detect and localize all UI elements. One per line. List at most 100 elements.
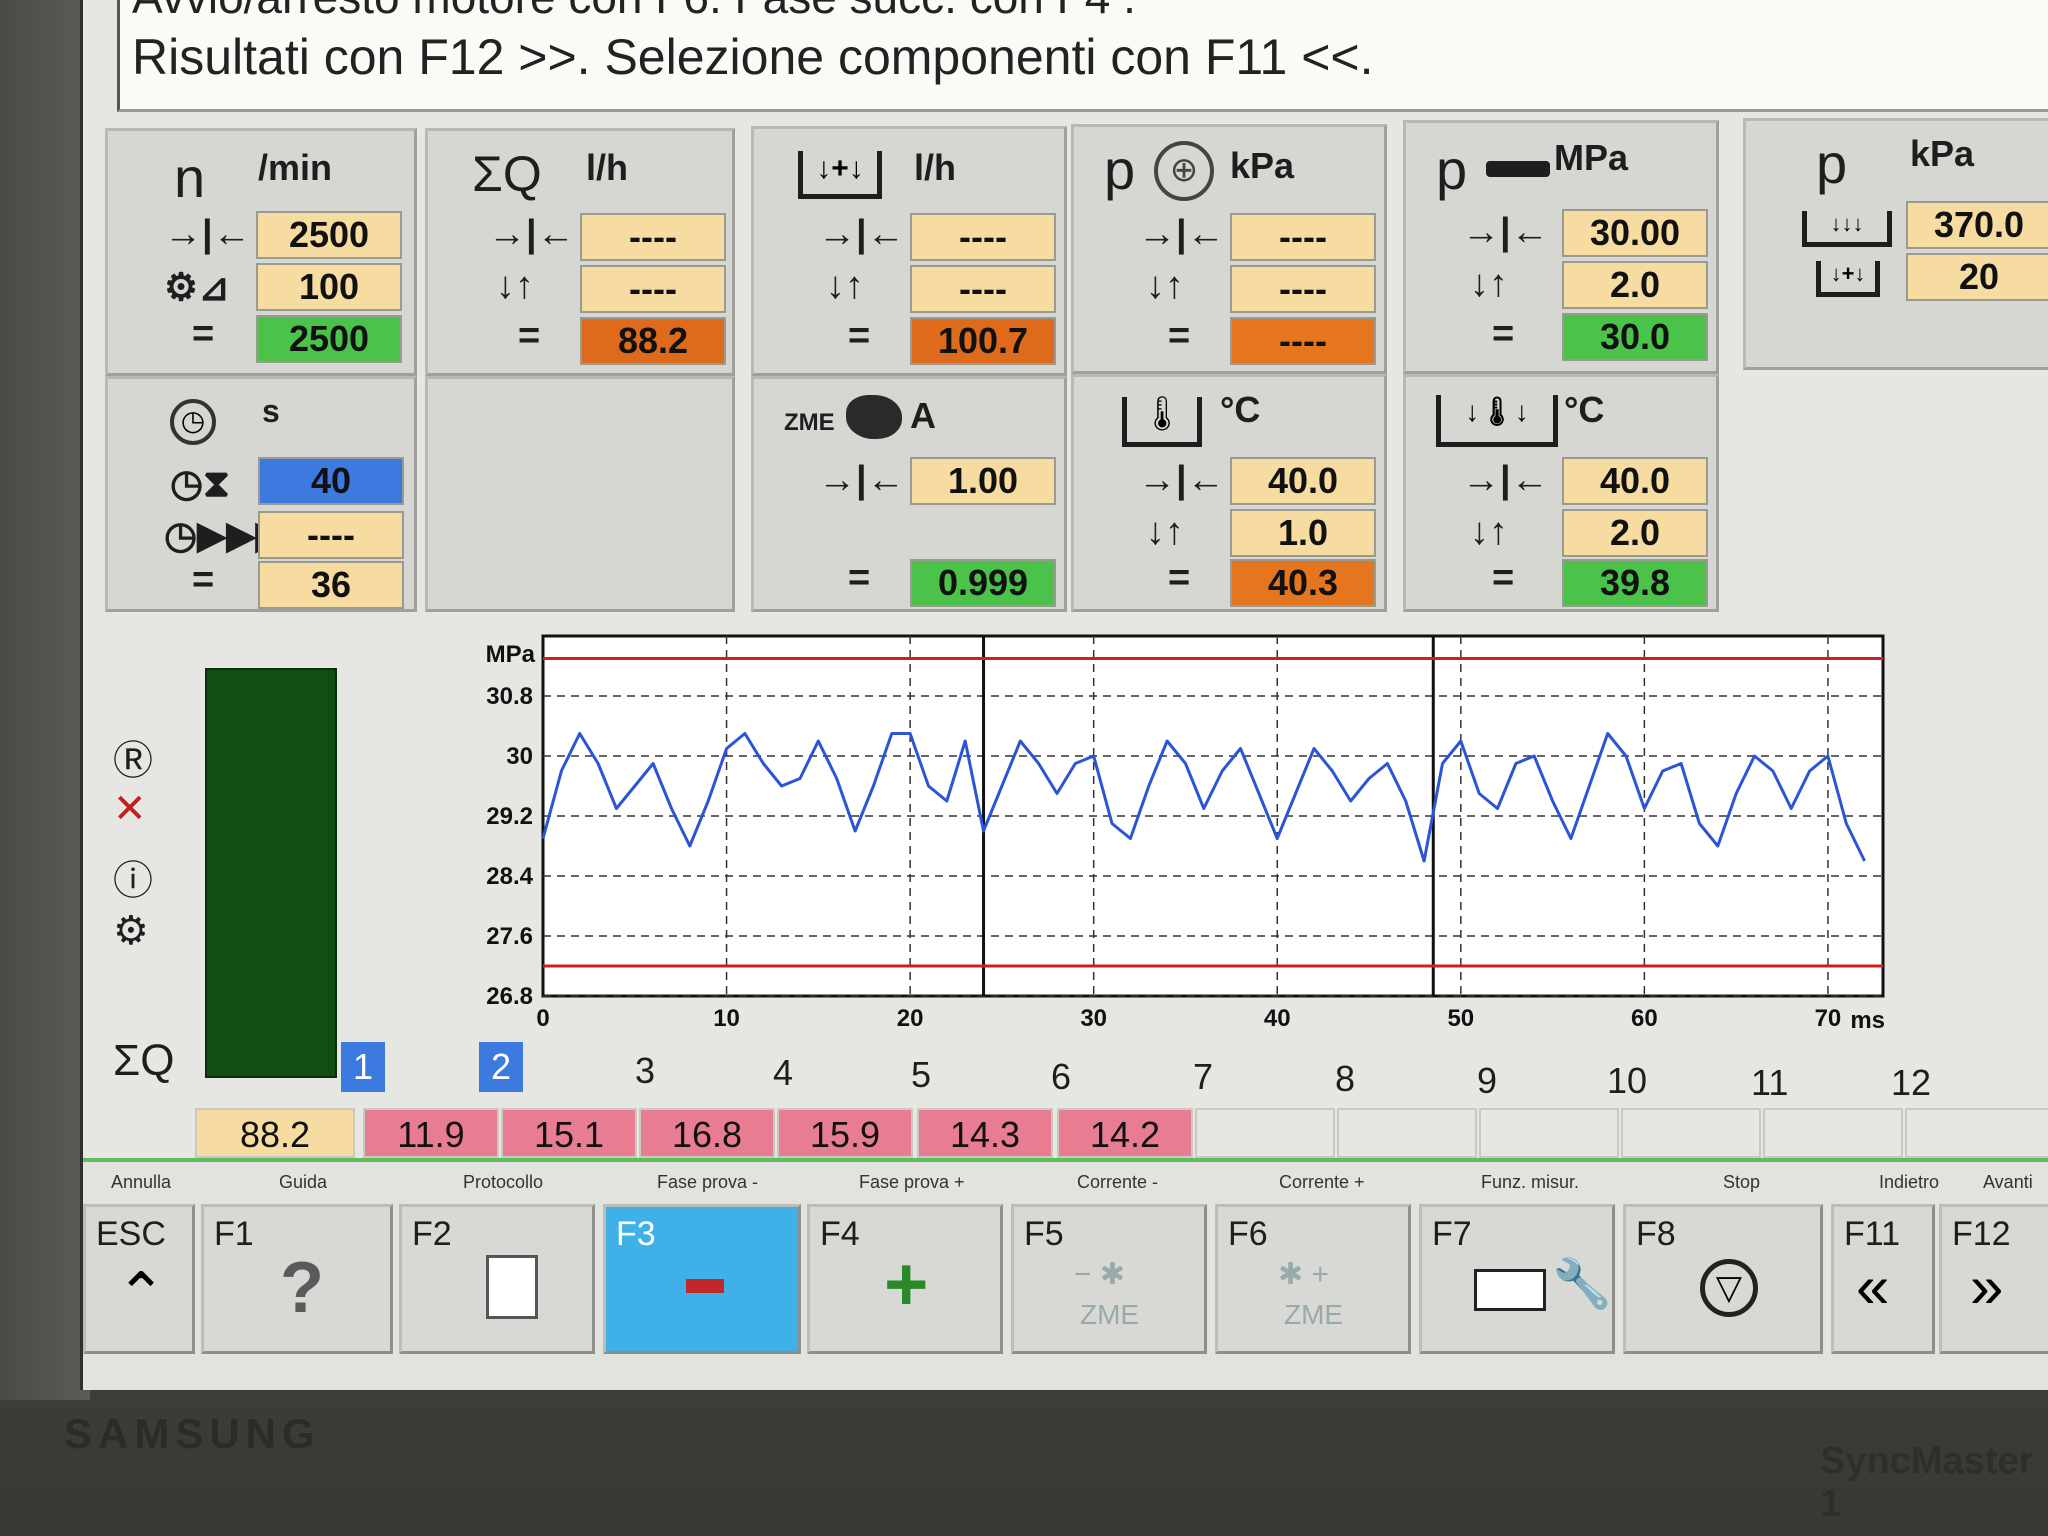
nominal-icon: →|← [818,213,905,255]
f11-caption: Indietro [1879,1172,1940,1192]
target-icon: ⊕ [1154,141,1214,201]
info-icon[interactable]: ⓘ [113,848,153,906]
f8-caption: Stop [1723,1172,1761,1192]
temp-return-nominal: 40.0 [1562,457,1708,505]
equals-sign: = [848,557,871,599]
zme-plus-icon: ✱ + [1278,1258,1329,1291]
speed-unit: /min [258,147,333,188]
pressure-feed-actual: ---- [1230,317,1376,365]
result-empty [1479,1108,1619,1158]
tab-12[interactable]: 12 [1891,1062,1931,1104]
f7-key-name: F7 [1432,1215,1472,1253]
f5-caption: Corrente - [1077,1172,1159,1192]
tolerance-icon: ↓↑ [826,265,864,307]
result-empty [1905,1108,2048,1158]
f6-button[interactable]: F6 ✱ + ZME [1215,1204,1411,1354]
tab-9[interactable]: 9 [1477,1060,1497,1102]
tab-11[interactable]: 11 [1751,1062,1788,1104]
engine-icon[interactable]: ⚙ [113,908,149,954]
pressure-feed-unit: kPa [1230,145,1295,186]
flow-return-nominal: ---- [910,213,1056,261]
f5-key-name: F5 [1024,1215,1064,1253]
stop-icon: ▽ [1700,1259,1758,1317]
tab-3[interactable]: 3 [635,1050,655,1092]
result-value: 11.9 [363,1108,499,1158]
time-timer: 40 [258,457,404,505]
f1-button[interactable]: F1 ? [201,1204,393,1354]
x-tick-label: 30 [1080,1005,1107,1032]
flow-return-panel: ↓+↓ l/h →|← ---- ↓↑ ---- = 100.7 [751,126,1067,376]
current-nominal: 1.00 [910,457,1056,505]
temp-fuel-nominal: 40.0 [1230,457,1376,505]
tab-5[interactable]: 5 [911,1054,931,1096]
result-value: 15.9 [777,1108,913,1158]
reset-icon[interactable]: Ⓡ [113,728,153,786]
flow-total-panel: ΣQ l/h →|← ---- ↓↑ ---- = 88.2 [425,128,735,376]
monitor-model: SyncMaster 1 [1820,1440,2034,1525]
result-value: 16.8 [639,1108,775,1158]
temp-fuel-unit: °C [1220,389,1261,430]
message-line-2: Risultati con F12 >>. Selezione componen… [132,29,1374,85]
flow-total-unit: l/h [586,147,628,188]
measure-icon [1474,1269,1546,1311]
tab-6[interactable]: 6 [1051,1056,1071,1098]
result-empty [1763,1108,1903,1158]
tab-10[interactable]: 10 [1607,1060,1647,1102]
result-value: 14.3 [917,1108,1053,1158]
f3-button[interactable]: F2 F3 [603,1204,801,1354]
f5-button[interactable]: F5 − ✱ ZME [1011,1204,1207,1354]
pressure-side-value-2: 20 [1906,253,2048,301]
f2-button[interactable]: F2 [399,1204,595,1354]
f12-button[interactable]: F12 » [1939,1204,2048,1354]
esc-button[interactable]: ESC ⌃ [83,1204,195,1354]
equals-sign: = [848,315,871,357]
tab-7[interactable]: 7 [1193,1056,1213,1098]
pressure-rail-nominal: 30.00 [1562,209,1708,257]
f2-caption: Protocollo [463,1172,544,1192]
equals-sign: = [1168,557,1191,599]
x-tick-label: 0 [536,1005,549,1032]
f11-button[interactable]: F11 « [1831,1204,1935,1354]
rail-icon [1486,161,1550,177]
tab-2[interactable]: 2 [479,1042,523,1092]
x-tick-label: 20 [897,1005,924,1032]
nominal-icon: →|← [164,213,251,255]
speed-actual: 2500 [256,315,402,363]
message-line-1: Avvio/arresto motore con F6. Fase succ. … [132,0,1136,24]
flow-total-symbol: ΣQ [472,146,542,202]
equals-sign: = [192,313,215,355]
equals-sign: = [518,315,541,357]
tab-4[interactable]: 4 [773,1052,793,1094]
y-tick-label: 30.8 [486,683,533,710]
zme-valve-icon [846,395,902,439]
return-flow-icon: ↓+↓ [798,151,882,199]
current-actual: 0.999 [910,559,1056,607]
temp-return-tolerance: 2.0 [1562,509,1708,557]
pressure-chart-svg: 30.8 30 29.2 28.4 27.6 26.80 10 20 30 40 50 60 70 MPa… [486,634,1885,1034]
tolerance-icon: ↓↑ [496,265,534,307]
time-panel: ◷ s ◷⧗ 40 ◷▶▶▶ ---- = 36 [105,376,417,612]
temp-return-unit: °C [1564,389,1605,430]
flow-total-nominal: ---- [580,213,726,261]
empty-panel [425,376,735,612]
f8-button[interactable]: F8 ▽ [1623,1204,1823,1354]
f12-key-name: F12 [1952,1215,2011,1253]
zme-label: ZME [784,409,835,436]
pressure-rail-symbol: p [1436,138,1468,201]
tab-1[interactable]: 1 [341,1042,385,1092]
disable-icon[interactable]: ✕ [113,786,147,832]
nominal-icon: →|← [1138,459,1225,501]
result-sum: 88.2 [195,1108,355,1158]
f4-button[interactable]: F4 + [807,1204,1003,1354]
f4-caption: Fase prova + [859,1172,965,1192]
minus-icon [686,1279,724,1293]
tab-8[interactable]: 8 [1335,1058,1355,1100]
pressure-rail-unit: MPa [1554,137,1629,178]
tolerance-icon: ↓↑ [1470,511,1508,553]
result-empty [1621,1108,1761,1158]
f7-button[interactable]: F7 🔧 [1419,1204,1615,1354]
nominal-icon: →|← [488,213,575,255]
result-value: 15.1 [501,1108,637,1158]
temp-return-panel: ↓🌡↓ °C →|← 40.0 ↓↑ 2.0 = 39.8 [1403,374,1719,612]
zme-label: ZME [1080,1299,1140,1330]
